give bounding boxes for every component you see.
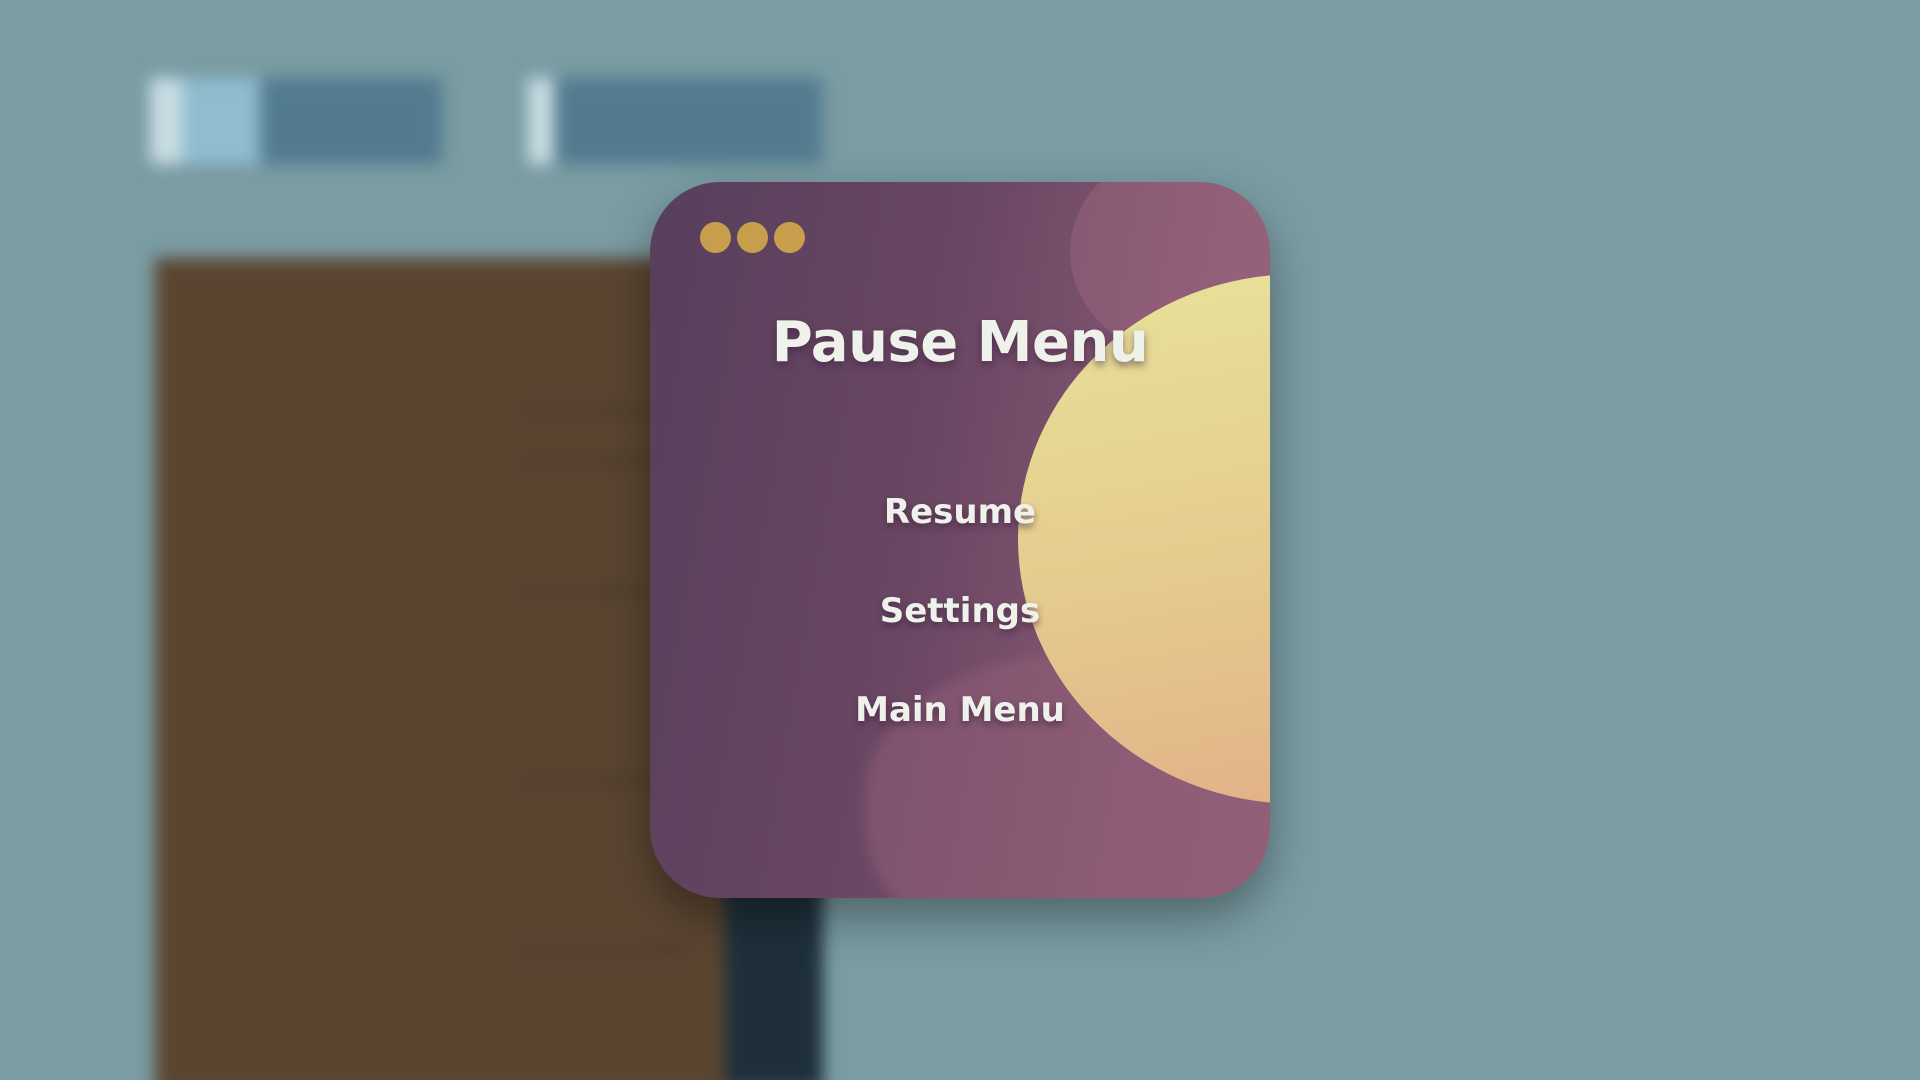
dot [737, 222, 768, 253]
more-dots-icon[interactable] [700, 222, 805, 253]
dot [700, 222, 731, 253]
dot [774, 222, 805, 253]
pause-menu-title: Pause Menu [771, 310, 1149, 375]
pause-menu-options: Resume Settings Main Menu [650, 462, 1270, 759]
background-game-board [155, 258, 725, 1080]
background-tab-left [150, 78, 442, 164]
main-menu-button[interactable]: Main Menu [855, 660, 1065, 759]
game-screen: Pause Menu Resume Settings Main Menu [0, 0, 1920, 1080]
resume-button[interactable]: Resume [884, 462, 1036, 561]
pause-menu-panel: Pause Menu Resume Settings Main Menu [650, 182, 1270, 898]
background-tab-right [528, 78, 822, 164]
settings-button[interactable]: Settings [880, 561, 1041, 660]
